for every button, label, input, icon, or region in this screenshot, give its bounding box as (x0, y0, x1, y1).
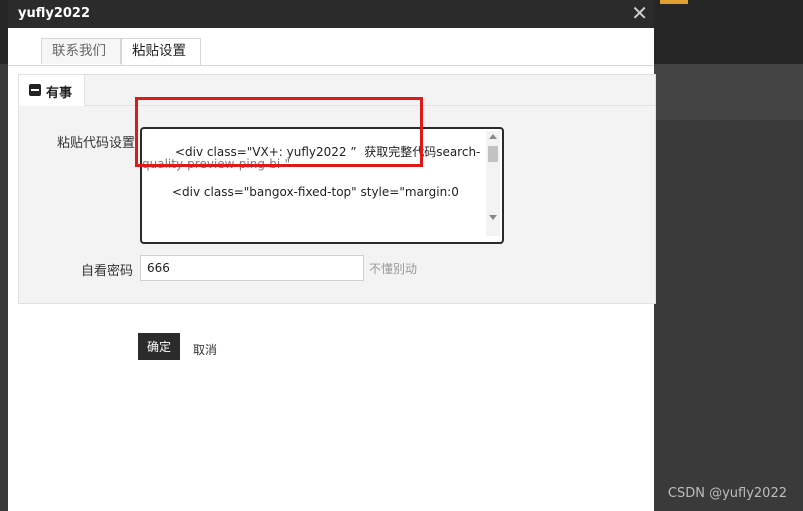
code-line: quality-preview-ping-bi-" (142, 157, 291, 171)
subtab-label: 有事 (46, 86, 73, 101)
tab-paste-settings[interactable]: 粘贴设置 (121, 38, 201, 65)
hint-text: 不懂别动 (369, 262, 418, 276)
dialog-title: yufly2022 (18, 6, 91, 21)
password-label: 自看密码 (81, 264, 134, 279)
watermark: CSDN @yufly2022 (667, 486, 787, 501)
settings-dialog: yufly2022 ✕ 联系我们 粘贴设置 有事 粘贴代码设置 <div cla… (8, 0, 656, 511)
scroll-down-icon[interactable] (489, 215, 497, 220)
code-setting-label: 粘贴代码设置 (57, 136, 136, 151)
subtab-youshi[interactable]: 有事 (19, 75, 85, 106)
cancel-button[interactable]: 取消 (193, 341, 217, 358)
confirm-button[interactable]: 确定 (138, 333, 180, 360)
scroll-thumb[interactable] (488, 146, 498, 162)
background-strip (654, 64, 803, 120)
background-accent (660, 0, 688, 4)
tab-divider (8, 65, 654, 66)
close-icon[interactable]: ✕ (631, 2, 648, 24)
password-input[interactable] (140, 255, 364, 281)
subtab-divider (84, 105, 655, 106)
scroll-up-icon[interactable] (489, 134, 497, 139)
code-content: <div class="VX+: yufly2022 ” 获取完整代码searc… (142, 129, 484, 242)
code-line: <div class="bangox-fixed-top" style="mar… (172, 185, 459, 199)
tab-contact-us[interactable]: 联系我们 (41, 38, 121, 64)
textarea-scrollbar[interactable] (486, 131, 500, 236)
settings-panel: 有事 粘贴代码设置 <div class="VX+: yufly2022 ” 获… (18, 74, 656, 304)
dialog-title-bar: yufly2022 ✕ (8, 0, 654, 28)
collapse-minus-icon[interactable] (29, 84, 41, 96)
code-textarea[interactable]: <div class="VX+: yufly2022 ” 获取完整代码searc… (140, 127, 504, 244)
